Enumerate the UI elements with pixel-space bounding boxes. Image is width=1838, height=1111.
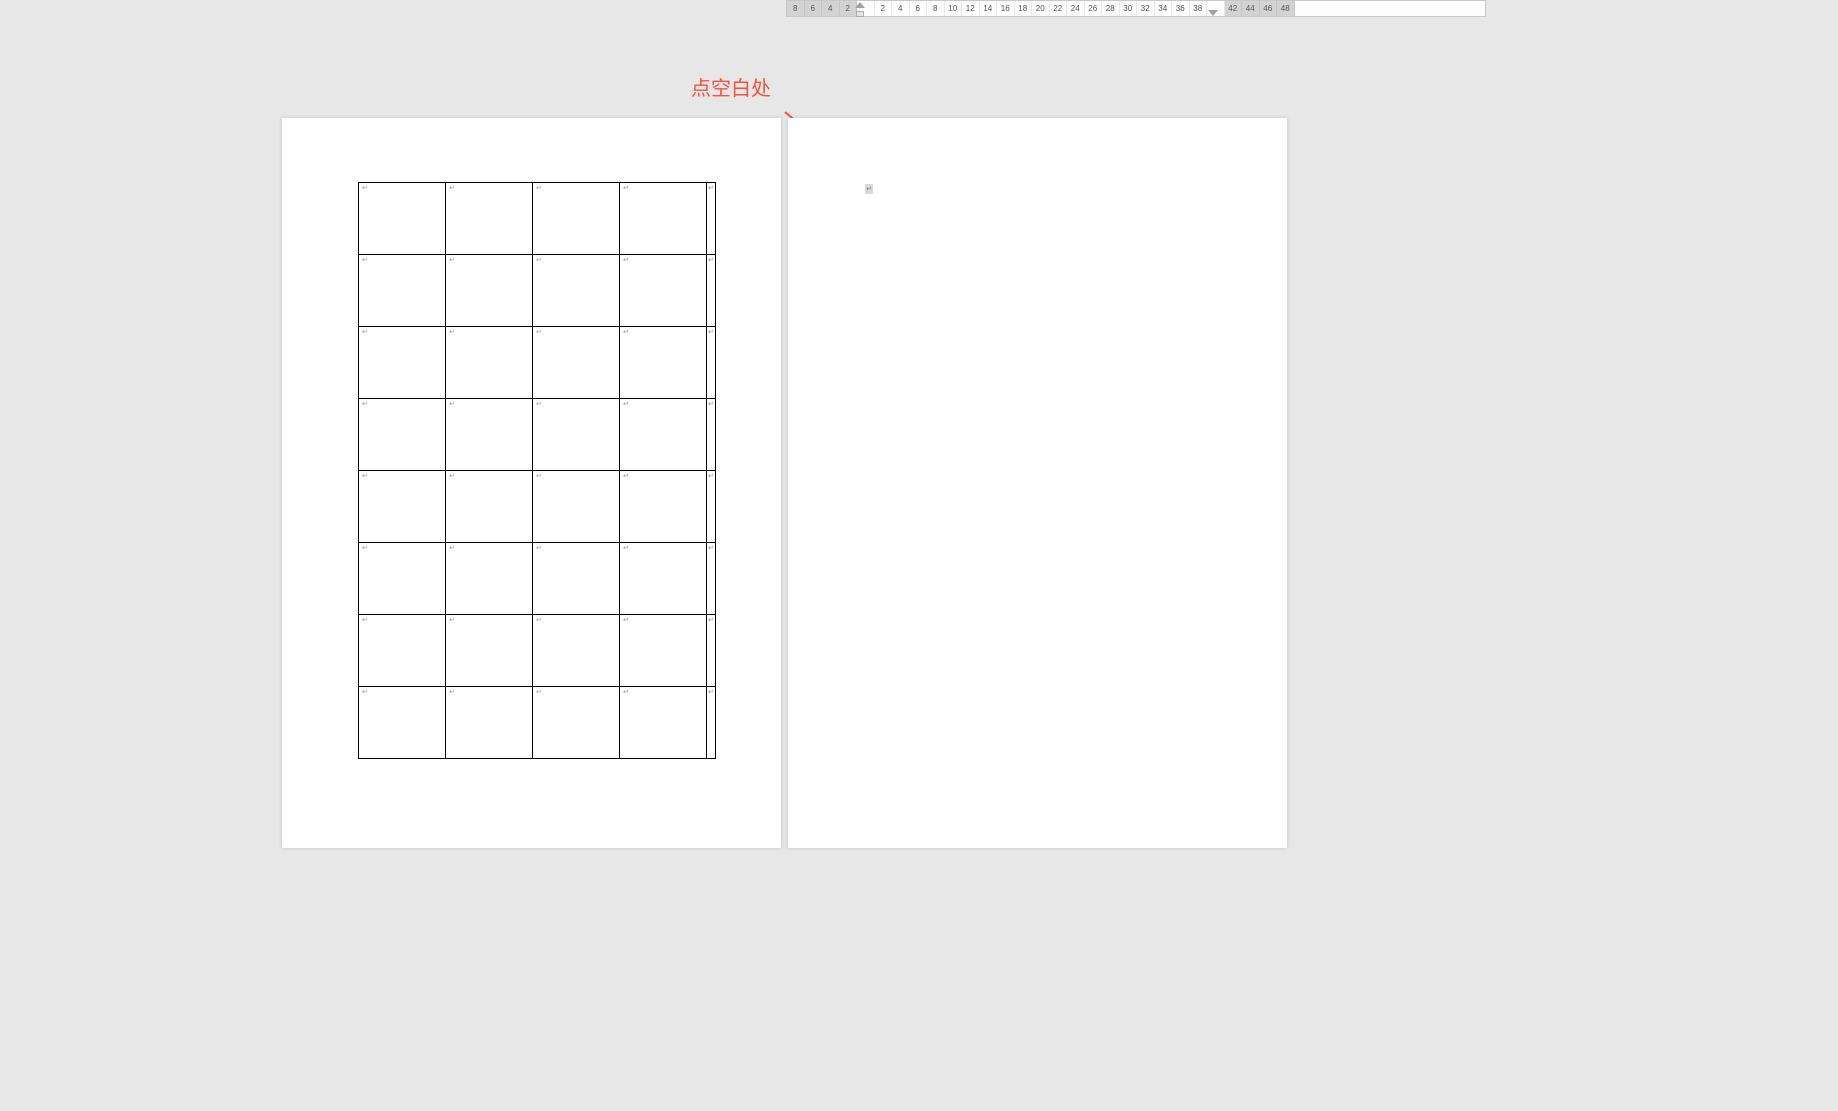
table-cell[interactable]: ↵ — [446, 399, 533, 471]
paragraph-mark-icon: ↵ — [536, 689, 542, 696]
paragraph-mark-icon: ↵ — [623, 185, 629, 192]
table-cell[interactable]: ↵ — [620, 399, 707, 471]
table-cell[interactable]: ↵ — [359, 615, 446, 687]
row-end-cell: ↵ — [707, 399, 716, 471]
table-row[interactable]: ↵ ↵ ↵ ↵ ↵ — [359, 255, 716, 327]
paragraph-mark-icon: ↵ — [623, 257, 629, 264]
table-cell[interactable]: ↵ — [446, 255, 533, 327]
paragraph-mark-icon: ↵ — [362, 185, 368, 192]
paragraph-mark-icon: ↵ — [362, 401, 368, 408]
table-cell[interactable]: ↵ — [620, 687, 707, 759]
row-end-cell: ↵ — [707, 183, 716, 255]
paragraph-mark-icon: ↵ — [449, 545, 455, 552]
table-cell[interactable]: ↵ — [446, 327, 533, 399]
table-cell[interactable]: ↵ — [533, 327, 620, 399]
table-cell[interactable]: ↵ — [620, 471, 707, 543]
paragraph-mark-icon: ↵ — [362, 329, 368, 336]
table-row[interactable]: ↵ ↵ ↵ ↵ ↵ — [359, 543, 716, 615]
paragraph-mark-icon: ↵ — [362, 617, 368, 624]
paragraph-mark-icon: ↵ — [623, 617, 629, 624]
paragraph-mark-icon: ↵ — [362, 473, 368, 480]
table-cell[interactable]: ↵ — [446, 687, 533, 759]
paragraph-mark-icon: ↵ — [449, 617, 455, 624]
paragraph-mark-icon: ↵ — [536, 329, 542, 336]
paragraph-mark-icon: ↵ — [708, 257, 714, 264]
paragraph-mark-icon: ↵ — [623, 401, 629, 408]
table-cell[interactable]: ↵ — [359, 543, 446, 615]
paragraph-mark-icon: ↵ — [708, 617, 714, 624]
paragraph-mark-icon: ↵ — [362, 257, 368, 264]
paragraph-mark-icon: ↵ — [449, 185, 455, 192]
row-end-cell: ↵ — [707, 687, 716, 759]
table-cell[interactable]: ↵ — [446, 183, 533, 255]
paragraph-mark-icon: ↵ — [449, 473, 455, 480]
table-cell[interactable]: ↵ — [446, 543, 533, 615]
table-cell[interactable]: ↵ — [533, 255, 620, 327]
paragraph-mark-icon: ↵ — [449, 401, 455, 408]
table-row[interactable]: ↵ ↵ ↵ ↵ ↵ — [359, 615, 716, 687]
table-row[interactable]: ↵ ↵ ↵ ↵ ↵ — [359, 399, 716, 471]
paragraph-mark-icon: ↵ — [536, 617, 542, 624]
table-cell[interactable]: ↵ — [359, 471, 446, 543]
paragraph-mark: ↵ — [865, 184, 873, 194]
paragraph-mark-icon: ↵ — [362, 689, 368, 696]
table-cell[interactable]: ↵ — [533, 471, 620, 543]
row-end-cell: ↵ — [707, 255, 716, 327]
paragraph-mark-icon: ↵ — [708, 545, 714, 552]
paragraph-mark-icon: ↵ — [449, 329, 455, 336]
paragraph-mark-icon: ↵ — [623, 689, 629, 696]
row-end-cell: ↵ — [707, 615, 716, 687]
paragraph-mark-icon: ↵ — [623, 473, 629, 480]
paragraph-mark-icon: ↵ — [708, 329, 714, 336]
row-end-cell: ↵ — [707, 471, 716, 543]
paragraph-mark-icon: ↵ — [536, 545, 542, 552]
paragraph-mark-icon: ↵ — [449, 257, 455, 264]
table-row[interactable]: ↵ ↵ ↵ ↵ ↵ — [359, 327, 716, 399]
table-cell[interactable]: ↵ — [359, 255, 446, 327]
table-cell[interactable]: ↵ — [359, 399, 446, 471]
table-cell[interactable]: ↵ — [533, 543, 620, 615]
document-table[interactable]: ↵ ↵ ↵ ↵ ↵ ↵ ↵ ↵ ↵ ↵ ↵ ↵ ↵ ↵ ↵ ↵ ↵ ↵ ↵ ↵ ↵ ↵ ↵ ↵ ↵ ↵ ↵ ↵ ↵ ↵ ↵ ↵ ↵ ↵ ↵ ↵ ↵ ↵ ↵ ↵ — [358, 182, 716, 759]
paragraph-mark-icon: ↵ — [536, 257, 542, 264]
table-cell[interactable]: ↵ — [533, 615, 620, 687]
paragraph-mark-icon: ↵ — [708, 689, 714, 696]
table-cell[interactable]: ↵ — [620, 255, 707, 327]
paragraph-mark-icon: ↵ — [536, 185, 542, 192]
row-end-cell: ↵ — [707, 327, 716, 399]
table-cell[interactable]: ↵ — [620, 615, 707, 687]
table-cell[interactable]: ↵ — [359, 183, 446, 255]
table-cell[interactable]: ↵ — [620, 327, 707, 399]
paragraph-mark-icon: ↵ — [536, 473, 542, 480]
paragraph-mark-icon: ↵ — [362, 545, 368, 552]
table-cell[interactable]: ↵ — [533, 687, 620, 759]
table-row[interactable]: ↵ ↵ ↵ ↵ ↵ — [359, 183, 716, 255]
paragraph-mark-icon: ↵ — [708, 185, 714, 192]
table-row[interactable]: ↵ ↵ ↵ ↵ ↵ — [359, 471, 716, 543]
paragraph-mark-icon: ↵ — [449, 689, 455, 696]
document-page-1[interactable]: ↵ ↵ ↵ ↵ ↵ ↵ ↵ ↵ ↵ ↵ ↵ ↵ ↵ ↵ ↵ ↵ ↵ ↵ ↵ ↵ ↵ ↵ ↵ ↵ ↵ ↵ ↵ ↵ ↵ ↵ ↵ ↵ ↵ ↵ ↵ ↵ ↵ ↵ ↵ ↵ — [282, 118, 781, 848]
document-page-2[interactable]: ↵ — [788, 118, 1287, 848]
row-end-cell: ↵ — [707, 543, 716, 615]
table-cell[interactable]: ↵ — [446, 615, 533, 687]
paragraph-mark-icon: ↵ — [708, 473, 714, 480]
table-cell[interactable]: ↵ — [533, 399, 620, 471]
table-row[interactable]: ↵ ↵ ↵ ↵ ↵ — [359, 687, 716, 759]
paragraph-mark-icon: ↵ — [623, 329, 629, 336]
paragraph-mark-icon: ↵ — [708, 401, 714, 408]
table-cell[interactable]: ↵ — [533, 183, 620, 255]
paragraph-mark-icon: ↵ — [623, 545, 629, 552]
table-cell[interactable]: ↵ — [359, 327, 446, 399]
paragraph-mark-icon: ↵ — [536, 401, 542, 408]
table-cell[interactable]: ↵ — [359, 687, 446, 759]
table-cell[interactable]: ↵ — [446, 471, 533, 543]
table-cell[interactable]: ↵ — [620, 183, 707, 255]
table-cell[interactable]: ↵ — [620, 543, 707, 615]
